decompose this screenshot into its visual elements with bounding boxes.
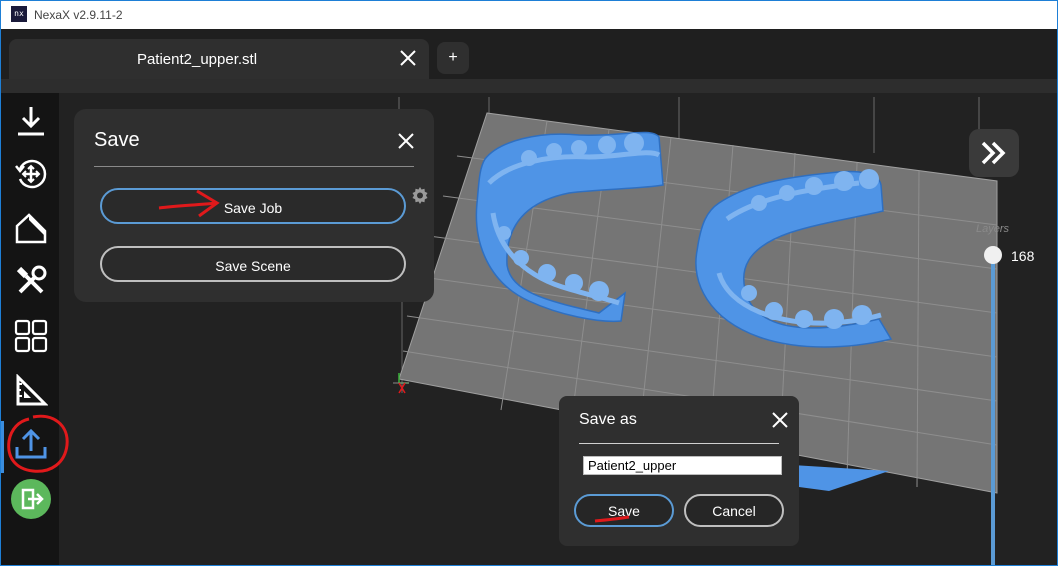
- sidebar-item-import[interactable]: [11, 101, 51, 141]
- export-upload-icon: [15, 428, 47, 459]
- exit-icon: [11, 479, 51, 519]
- layer-slider-thumb[interactable]: [984, 246, 1002, 264]
- dialog-divider: [579, 443, 779, 444]
- close-tab-icon[interactable]: [397, 47, 419, 69]
- double-chevron-right-icon: [981, 141, 1006, 165]
- sidebar-item-support[interactable]: [11, 209, 51, 249]
- add-tab-button[interactable]: +: [437, 42, 469, 74]
- tab-patient2-upper[interactable]: Patient2_upper.stl: [9, 39, 429, 79]
- app-window: nx NexaX v2.9.11-2 Patient2_upper.stl +: [0, 0, 1058, 566]
- save-panel: Save Save Job Save Scene: [74, 109, 434, 302]
- gear-icon[interactable]: [411, 186, 429, 204]
- layer-slider-track[interactable]: [991, 255, 995, 565]
- save-scene-button[interactable]: Save Scene: [100, 246, 406, 282]
- tab-label: Patient2_upper.stl: [136, 51, 258, 68]
- forward-panel-button[interactable]: [969, 129, 1019, 177]
- download-icon: [18, 107, 44, 136]
- save-panel-title: Save: [94, 129, 140, 151]
- sidebar-item-tools[interactable]: [11, 261, 51, 301]
- tab-bar: Patient2_upper.stl +: [1, 29, 1057, 79]
- save-as-title: Save as: [579, 411, 637, 428]
- tools-icon: [16, 265, 47, 294]
- save-button[interactable]: Save: [574, 494, 674, 527]
- layer-value: 168: [1011, 248, 1035, 264]
- move-rotate-icon: [15, 159, 47, 189]
- sidebar-item-measure[interactable]: [11, 371, 51, 411]
- sidebar-item-arrange[interactable]: [11, 316, 51, 356]
- cancel-button[interactable]: Cancel: [684, 494, 784, 527]
- left-sidebar: [1, 93, 59, 565]
- grid-icon: [14, 319, 48, 353]
- app-logo-icon: nx: [11, 6, 27, 22]
- toolbar-strip: [1, 79, 1057, 93]
- save-as-dialog: Save as Save Cancel: [559, 396, 799, 546]
- sidebar-item-transform[interactable]: [11, 154, 51, 194]
- panel-divider: [94, 166, 414, 167]
- sidebar-item-exit[interactable]: [11, 479, 51, 519]
- window-title: NexaX v2.9.11-2: [34, 8, 123, 22]
- filename-input[interactable]: [583, 456, 782, 475]
- close-save-panel-icon[interactable]: [396, 131, 416, 151]
- eraser-icon: [15, 213, 47, 244]
- active-indicator: [1, 421, 4, 473]
- close-dialog-icon[interactable]: [771, 411, 789, 429]
- ruler-triangle-icon: [16, 374, 48, 406]
- layers-label: Layers: [976, 223, 1010, 235]
- save-job-button[interactable]: Save Job: [100, 188, 406, 224]
- sidebar-item-export[interactable]: [11, 424, 51, 464]
- title-bar: nx NexaX v2.9.11-2: [1, 1, 1057, 29]
